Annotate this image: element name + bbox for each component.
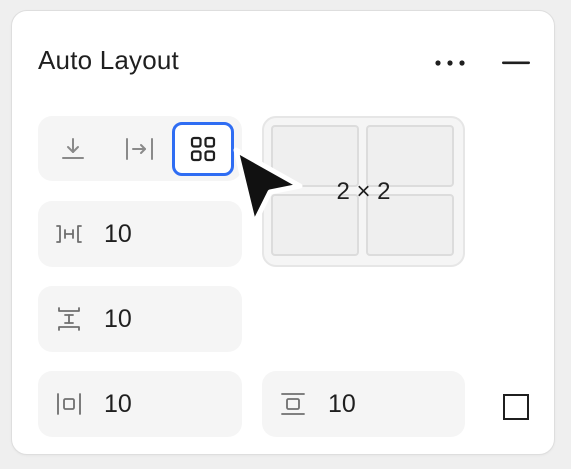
clip-content-button[interactable]: [496, 387, 536, 427]
arrow-right-to-line-icon: [126, 138, 153, 160]
column-gap-field[interactable]: 10: [38, 201, 242, 267]
column-gap-value: 10: [104, 220, 132, 248]
minus-icon: [502, 61, 530, 65]
horizontal-padding-field[interactable]: 10: [38, 371, 242, 437]
row-gap-field[interactable]: 10: [38, 286, 242, 352]
direction-grid-button[interactable]: [172, 122, 234, 176]
panel-title: Auto Layout: [38, 45, 179, 75]
grid-size-preview[interactable]: 2 × 2: [262, 116, 465, 267]
grid-size-label: 2 × 2: [336, 178, 391, 205]
horizontal-gap-icon: [56, 225, 82, 243]
auto-layout-panel: Auto Layout 2 × 2 10 10 10 10: [11, 10, 555, 455]
vertical-padding-field[interactable]: 10: [262, 371, 465, 437]
horizontal-padding-icon: [57, 393, 81, 415]
arrow-down-to-line-icon: [62, 138, 84, 159]
clip-content-icon: [503, 394, 529, 420]
vertical-gap-icon: [58, 307, 80, 331]
more-horizontal-icon: [435, 60, 465, 66]
more-options-button[interactable]: [430, 49, 470, 77]
direction-vertical-button[interactable]: [42, 122, 104, 176]
horizontal-padding-value: 10: [104, 390, 132, 418]
vertical-padding-value: 10: [328, 390, 356, 418]
collapse-panel-button[interactable]: [496, 49, 536, 77]
row-gap-value: 10: [104, 305, 132, 333]
layout-direction-group: [38, 116, 242, 181]
vertical-padding-icon: [281, 393, 305, 415]
grid-2x2-icon: [190, 136, 216, 162]
direction-horizontal-button[interactable]: [109, 122, 171, 176]
